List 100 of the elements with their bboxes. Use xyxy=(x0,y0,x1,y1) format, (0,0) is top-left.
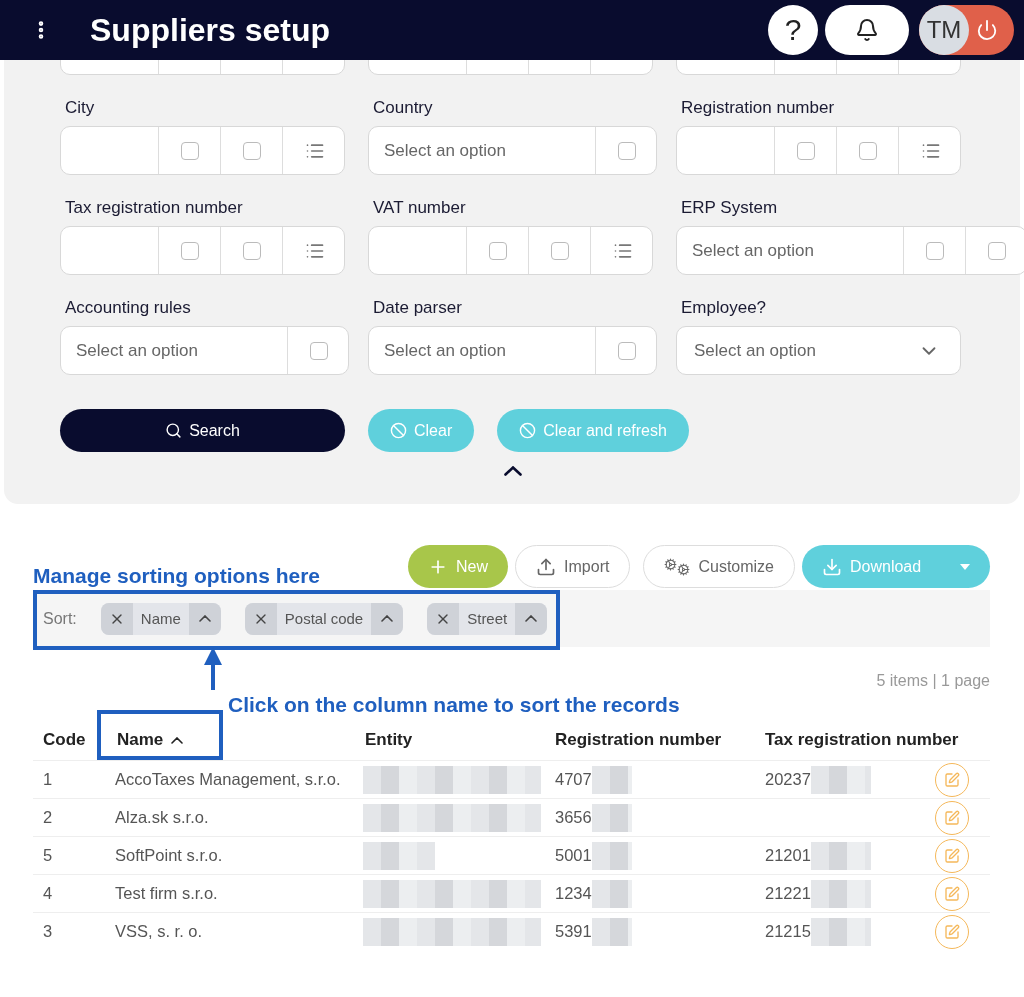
pagination-info: 5 items | 1 page xyxy=(875,672,990,690)
checkbox[interactable] xyxy=(617,141,636,160)
redacted-block xyxy=(591,765,632,794)
gears-icon xyxy=(664,557,691,576)
bell-icon xyxy=(855,18,879,42)
checkbox[interactable] xyxy=(488,241,507,260)
checkbox[interactable] xyxy=(858,141,877,160)
edit-icon xyxy=(944,847,960,864)
annotation-text: Manage sorting options here xyxy=(33,564,321,588)
edit-icon xyxy=(944,809,960,826)
notifications-button[interactable] xyxy=(825,5,909,55)
edit-icon xyxy=(944,771,960,788)
column-header[interactable]: Name xyxy=(107,720,355,760)
placeholder: Select an option xyxy=(384,340,506,361)
table-cell: 4 xyxy=(33,874,107,912)
filter-field[interactable] xyxy=(60,226,345,275)
remove-button[interactable] xyxy=(427,602,460,635)
table-cell: SoftPoint s.r.o. xyxy=(107,836,355,874)
table-cell: Test firm s.r.o. xyxy=(107,874,355,912)
edit-button[interactable] xyxy=(935,838,969,873)
field-label: Employee? xyxy=(681,298,768,318)
column-header[interactable]: Code xyxy=(33,720,107,760)
edit-button[interactable] xyxy=(935,762,969,797)
select-field[interactable]: Select an option xyxy=(60,326,349,375)
collapse-icon[interactable] xyxy=(504,466,522,476)
download-icon xyxy=(822,556,842,577)
checkbox[interactable] xyxy=(796,141,815,160)
field-label: Accounting rules xyxy=(65,298,192,318)
checkbox[interactable] xyxy=(180,241,199,260)
redacted-block xyxy=(591,917,632,946)
caret-icon[interactable] xyxy=(960,563,970,570)
page-title: Suppliers setup xyxy=(90,11,332,49)
sort-up-icon xyxy=(171,736,184,744)
placeholder: Select an option xyxy=(692,240,814,261)
edit-button[interactable] xyxy=(935,914,969,949)
edit-icon xyxy=(944,885,960,902)
select-field[interactable]: Select an option xyxy=(676,226,1024,275)
redacted-block xyxy=(363,841,435,870)
placeholder: Select an option xyxy=(694,340,816,361)
table-cell: 2 xyxy=(33,798,107,836)
prohibited-icon xyxy=(519,422,537,439)
column-header[interactable]: Tax registration number xyxy=(755,720,990,760)
table-cell: 20237 xyxy=(765,770,811,789)
select-field[interactable]: Select an option xyxy=(368,326,657,375)
table-cell: AccoTaxes Management, s.r.o. xyxy=(107,760,355,798)
checkbox[interactable] xyxy=(617,341,636,360)
sort-direction-button[interactable] xyxy=(188,602,221,635)
sort-chip[interactable]: Name xyxy=(100,602,221,635)
edit-button[interactable] xyxy=(935,876,969,911)
checkbox[interactable] xyxy=(242,241,261,260)
remove-button[interactable] xyxy=(244,602,277,635)
table-cell: Alza.sk s.r.o. xyxy=(107,798,355,836)
checkbox[interactable] xyxy=(987,241,1006,260)
user-avatar[interactable]: TM xyxy=(919,5,969,55)
redacted-block xyxy=(810,879,871,908)
redacted-block xyxy=(810,765,871,794)
filter-field[interactable] xyxy=(60,126,345,175)
chevron-up-icon xyxy=(198,615,211,622)
annotation-text: Click on the column name to sort the records xyxy=(228,693,681,717)
customize-button[interactable]: Customize xyxy=(643,545,795,588)
edit-button[interactable] xyxy=(935,800,969,835)
search-icon xyxy=(165,422,183,439)
field-label: Registration number xyxy=(681,98,836,118)
prohibited-icon xyxy=(390,422,407,439)
checkbox[interactable] xyxy=(550,241,569,260)
import-button[interactable]: Import xyxy=(515,545,631,588)
select-field[interactable]: Select an option xyxy=(676,326,961,375)
sort-direction-button[interactable] xyxy=(371,602,404,635)
checkbox[interactable] xyxy=(180,141,199,160)
sort-chip[interactable]: Street xyxy=(427,602,548,635)
table-cell: 5 xyxy=(33,836,107,874)
field-label: Tax registration number xyxy=(65,198,244,218)
filter-field[interactable] xyxy=(368,226,653,275)
table-cell: 3 xyxy=(33,912,107,950)
redacted-block xyxy=(591,841,632,870)
sort-label: Sort: xyxy=(43,609,77,628)
sort-chip[interactable]: Postal code xyxy=(244,602,404,635)
filter-field[interactable] xyxy=(676,126,961,175)
power-icon xyxy=(976,19,998,41)
field-label: Country xyxy=(373,98,434,118)
column-header[interactable]: Entity xyxy=(355,720,545,760)
table-cell: 1 xyxy=(33,760,107,798)
redacted-block xyxy=(810,917,871,946)
field-label: ERP System xyxy=(681,198,779,218)
column-header[interactable]: Registration number xyxy=(545,720,755,760)
table-cell: 4707 xyxy=(555,770,592,789)
help-button[interactable]: ? xyxy=(768,5,818,55)
select-field[interactable]: Select an option xyxy=(368,126,657,175)
checkbox[interactable] xyxy=(242,141,261,160)
sort-direction-button[interactable] xyxy=(515,602,548,635)
table-cell: 3656 xyxy=(555,808,592,827)
checkbox[interactable] xyxy=(309,341,328,360)
chevron-up-icon xyxy=(525,615,538,622)
logout-button[interactable]: TM xyxy=(919,5,1014,55)
remove-button[interactable] xyxy=(100,602,133,635)
upload-icon xyxy=(536,556,557,577)
checkbox[interactable] xyxy=(925,241,944,260)
table-cell: 21215 xyxy=(765,922,811,941)
search-button[interactable]: Search xyxy=(60,409,345,452)
field-label: Date parser xyxy=(373,298,463,318)
